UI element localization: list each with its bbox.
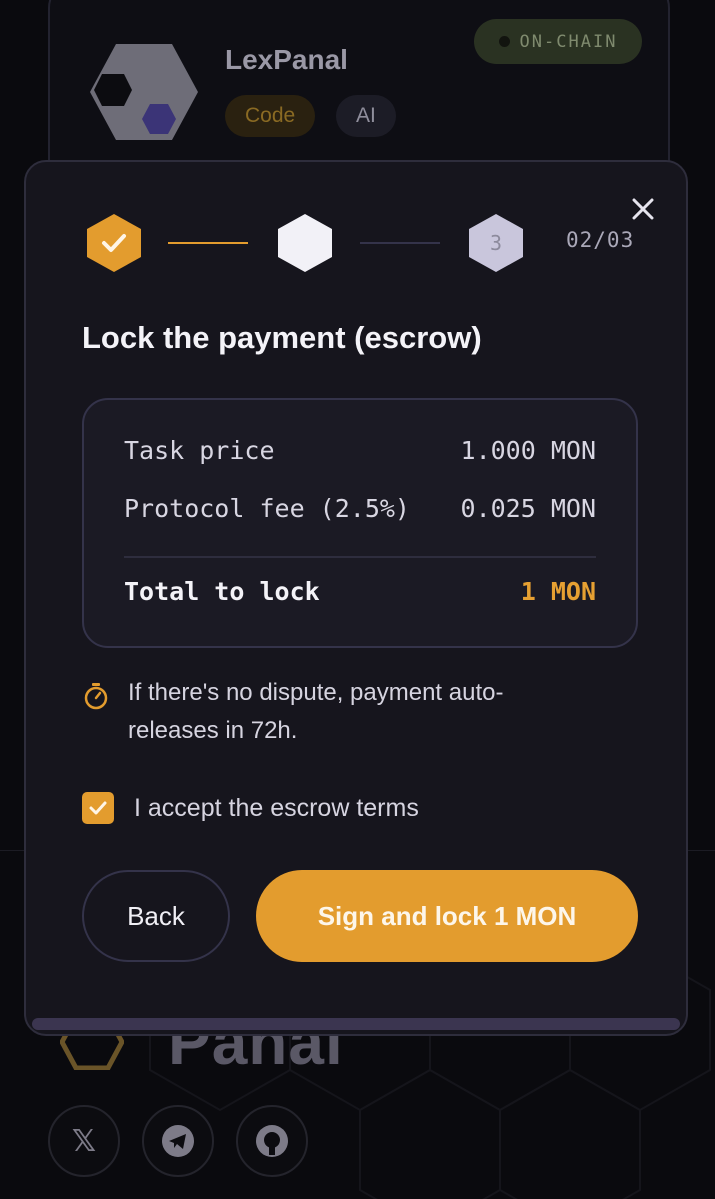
- check-icon: [89, 801, 107, 815]
- sign-and-lock-button[interactable]: Sign and lock 1 MON: [256, 870, 638, 962]
- step-connector-1: [168, 242, 248, 244]
- github-icon[interactable]: [236, 1105, 308, 1177]
- modal-title: Lock the payment (escrow): [82, 320, 482, 355]
- payment-summary: Task price 1.000 MON Protocol fee (2.5%)…: [82, 398, 638, 648]
- timer-icon: [84, 683, 108, 710]
- accept-terms-row[interactable]: I accept the escrow terms: [82, 792, 419, 824]
- summary-row-total: Total to lock 1 MON: [124, 577, 596, 606]
- step-3-label: 3: [489, 231, 503, 255]
- total-value: 1 MON: [520, 577, 596, 606]
- tag-ai: AI: [336, 95, 396, 137]
- escrow-modal: 3 02/03 Lock the payment (escrow) Task p…: [24, 160, 688, 1036]
- accept-terms-checkbox[interactable]: [82, 792, 114, 824]
- status-dot-icon: [498, 36, 510, 47]
- close-icon: [632, 198, 654, 220]
- status-badge-label: ON-CHAIN: [519, 31, 618, 52]
- telegram-icon[interactable]: [142, 1105, 214, 1177]
- summary-row-fee: Protocol fee (2.5%) 0.025 MON: [124, 494, 596, 523]
- back-button[interactable]: Back: [82, 870, 230, 962]
- x-icon[interactable]: 𝕏: [48, 1105, 120, 1177]
- summary-row-price: Task price 1.000 MON: [124, 436, 596, 465]
- modal-scrollbar[interactable]: [32, 1018, 680, 1030]
- fee-label: Protocol fee (2.5%): [124, 494, 410, 523]
- auto-release-info: If there's no dispute, payment auto-rele…: [82, 674, 582, 750]
- summary-divider: [124, 556, 596, 558]
- fee-value: 0.025 MON: [460, 494, 596, 523]
- agent-logo: [88, 42, 200, 142]
- total-label: Total to lock: [124, 577, 320, 606]
- step-counter: 02/03: [566, 228, 635, 252]
- info-text: If there's no dispute, payment auto-rele…: [128, 679, 504, 744]
- price-label: Task price: [124, 436, 275, 465]
- step-2-current: [275, 212, 335, 274]
- step-connector-2: [360, 242, 440, 244]
- step-1-done: [84, 212, 144, 274]
- price-value: 1.000 MON: [460, 436, 596, 465]
- social-links: 𝕏: [48, 1105, 308, 1177]
- status-badge: ON-CHAIN: [474, 19, 642, 64]
- agent-name: LexPanal: [225, 44, 348, 75]
- step-3-upcoming: 3: [466, 212, 526, 274]
- tag-code: Code: [225, 95, 316, 137]
- close-button[interactable]: [626, 192, 660, 226]
- accept-terms-label: I accept the escrow terms: [134, 793, 419, 822]
